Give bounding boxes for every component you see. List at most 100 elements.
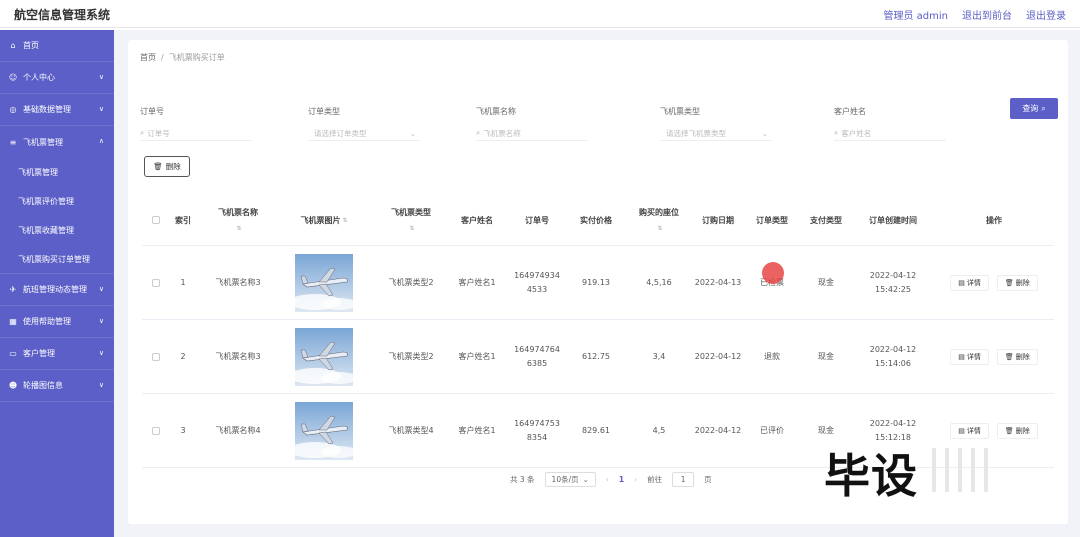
logout-link[interactable]: 退出登录 [1026, 7, 1066, 22]
sidebar-item-label: 航班管理动态管理 [23, 285, 87, 294]
pagination: 共 3 条 10条/页 ⌄ ‹ 1 › 前往 1 页 [510, 472, 712, 487]
database-icon: ◎ [9, 105, 17, 114]
row-checkbox[interactable] [152, 427, 160, 435]
col-price: 实付价格 [580, 215, 612, 225]
table-header: 索引 飞机票名称 ⇅ 飞机票图片 ⇅ 飞机票类型 ⇅ 客户姓名 订单号 实付价格 购买… [142, 194, 1054, 246]
sidebar-item-customer[interactable]: ▭ 客户管理 ∨ [0, 338, 114, 370]
col-label: 飞机票图片 [300, 215, 341, 225]
folder-icon: ▭ [9, 349, 17, 358]
person-icon: ☻ [8, 381, 18, 390]
col-label: 飞机票类型 [391, 207, 431, 217]
back-to-front-link[interactable]: 退出到前台 [962, 7, 1012, 22]
sidebar-item-flight-dynamic[interactable]: ✈ 航班管理动态管理 ∨ [0, 274, 114, 306]
chevron-down-icon: ⌄ [409, 128, 416, 138]
col-pay-type: 支付类型 [810, 215, 842, 225]
batch-delete-button[interactable]: 🗑 删除 [144, 156, 190, 177]
cell-created: 2022-04-12 15:14:06 [858, 320, 928, 394]
col-name[interactable]: 飞机票名称 ⇅ [206, 194, 270, 246]
row-checkbox[interactable] [152, 279, 160, 287]
order-no-part: 164974764 [514, 345, 560, 354]
sidebar-item-label: 个人中心 [23, 73, 55, 82]
sidebar-item-home[interactable]: ⌂ 首页 [0, 30, 114, 62]
sort-icon: ⇅ [409, 224, 415, 232]
search-icon: ⌕ [140, 128, 145, 137]
top-links: 管理员 admin 退出到前台 退出登录 [883, 7, 1066, 22]
order-type-select[interactable]: 请选择订单类型 ⌄ [308, 126, 420, 141]
watermark-bars [932, 448, 988, 492]
col-index: 索引 [175, 215, 191, 225]
sidebar-item-label: 使用帮助管理 [23, 317, 71, 326]
order-no-input[interactable]: ⌕ 订单号 [140, 126, 252, 141]
cursor-highlight [762, 262, 784, 284]
row-checkbox[interactable] [152, 353, 160, 361]
sidebar-item-basic-data[interactable]: ◎ 基础数据管理 ∨ [0, 94, 114, 126]
next-page-icon[interactable]: › [634, 475, 637, 484]
trash-icon: 🗑 [1004, 279, 1014, 287]
cell-order-no: 164974764 6385 [508, 320, 566, 394]
cell-name: 飞机票名称4 [215, 426, 261, 435]
admin-label[interactable]: 管理员 admin [883, 7, 948, 22]
row-checkbox-cell [148, 246, 164, 320]
col-type[interactable]: 飞机票类型 ⇅ [374, 194, 448, 246]
filter-label: 订单号 [140, 107, 164, 116]
search-icon: ⌕ [1041, 103, 1046, 113]
chevron-up-icon: ∧ [98, 137, 104, 145]
detail-button[interactable]: ▤ 详情 [950, 275, 989, 291]
created-date: 2022-04-12 [869, 345, 917, 354]
page-size-select[interactable]: 10条/页 ⌄ [544, 472, 596, 487]
cell-name: 飞机票名称3 [215, 278, 261, 287]
breadcrumb-home[interactable]: 首页 [140, 53, 156, 62]
created-date: 2022-04-12 [869, 419, 917, 428]
cell-price: 829.61 [582, 426, 610, 435]
home-icon: ⌂ [10, 41, 16, 50]
select-all-checkbox[interactable] [152, 216, 160, 224]
cell-customer: 客户姓名1 [458, 352, 496, 361]
cell-pay-type: 现金 [818, 278, 834, 287]
col-image[interactable]: 飞机票图片 ⇅ [282, 194, 366, 246]
row-delete-button[interactable]: 🗑 删除 [996, 349, 1038, 365]
goto-page-input[interactable]: 1 [672, 472, 695, 487]
cell-order-no: 164974753 8354 [508, 394, 566, 468]
cell-seats: 4,5 [652, 426, 666, 435]
ticket-name-input[interactable]: ⌕ 飞机票名称 [476, 126, 588, 141]
sidebar-item-personal[interactable]: ☺ 个人中心 ∨ [0, 62, 114, 94]
sidebar-subitem-favorite[interactable]: 飞机票收藏管理 [0, 216, 114, 245]
search-icon: ⌕ [476, 128, 481, 137]
sidebar-subitem-ticket[interactable]: 飞机票管理 [0, 158, 114, 187]
trash-icon: 🗑 [153, 162, 163, 171]
table-row[interactable]: 2 飞机票名称3 飞机票类型2 客户姓名1 164974764 6385 612.… [142, 320, 1054, 394]
cell-price: 919.13 [582, 278, 610, 287]
customer-name-input[interactable]: ⌕ 客户姓名 [834, 126, 946, 141]
sidebar-item-label: 基础数据管理 [23, 105, 71, 114]
sidebar-item-help[interactable]: ▦ 使用帮助管理 ∨ [0, 306, 114, 338]
app-title: 航空信息管理系统 [14, 8, 111, 22]
page-number-current[interactable]: 1 [619, 475, 624, 484]
detail-button-label: 详情 [966, 353, 981, 361]
filter-label: 飞机票名称 [476, 107, 516, 116]
breadcrumb: 首页 / 飞机票购买订单 [140, 52, 225, 63]
sidebar-subitem-order[interactable]: 飞机票购买订单管理 [0, 245, 114, 274]
col-order-type: 订单类型 [756, 215, 788, 225]
top-bar: 航空信息管理系统 管理员 admin 退出到前台 退出登录 [0, 0, 1080, 28]
col-seats[interactable]: 购买的座位 ⇅ [630, 194, 688, 246]
select-placeholder: 请选择飞机票类型 [666, 128, 726, 138]
query-button[interactable]: 查询 ⌕ [1010, 98, 1058, 119]
sidebar-item-ticket-mgmt[interactable]: ≡ 飞机票管理 ∧ [0, 126, 114, 158]
detail-button[interactable]: ▤ 详情 [950, 423, 989, 439]
filter-ticket-type: 飞机票类型 请选择飞机票类型 ⌄ [660, 106, 772, 141]
detail-button[interactable]: ▤ 详情 [950, 349, 989, 365]
sidebar-subitem-review[interactable]: 飞机票评价管理 [0, 187, 114, 216]
prev-page-icon[interactable]: ‹ [606, 475, 609, 484]
cell-actions: ▤ 详情 🗑 删除 [942, 246, 1046, 320]
ticket-type-select[interactable]: 请选择飞机票类型 ⌄ [660, 126, 772, 141]
col-created: 订单创建时间 [869, 215, 917, 225]
cell-index: 3 [180, 426, 186, 435]
airplane-image [295, 328, 353, 386]
cell-customer: 客户姓名1 [458, 278, 496, 287]
cell-seats: 4,5,16 [646, 278, 672, 287]
cell-image [282, 394, 366, 468]
row-delete-button[interactable]: 🗑 删除 [996, 275, 1038, 291]
row-delete-button[interactable]: 🗑 删除 [996, 423, 1038, 439]
table-row[interactable]: 1 飞机票名称3 飞机票类型2 客户姓名1 164974934 4533 919.… [142, 246, 1054, 320]
sidebar-item-carousel[interactable]: ☻ 轮播图信息 ∨ [0, 370, 114, 402]
